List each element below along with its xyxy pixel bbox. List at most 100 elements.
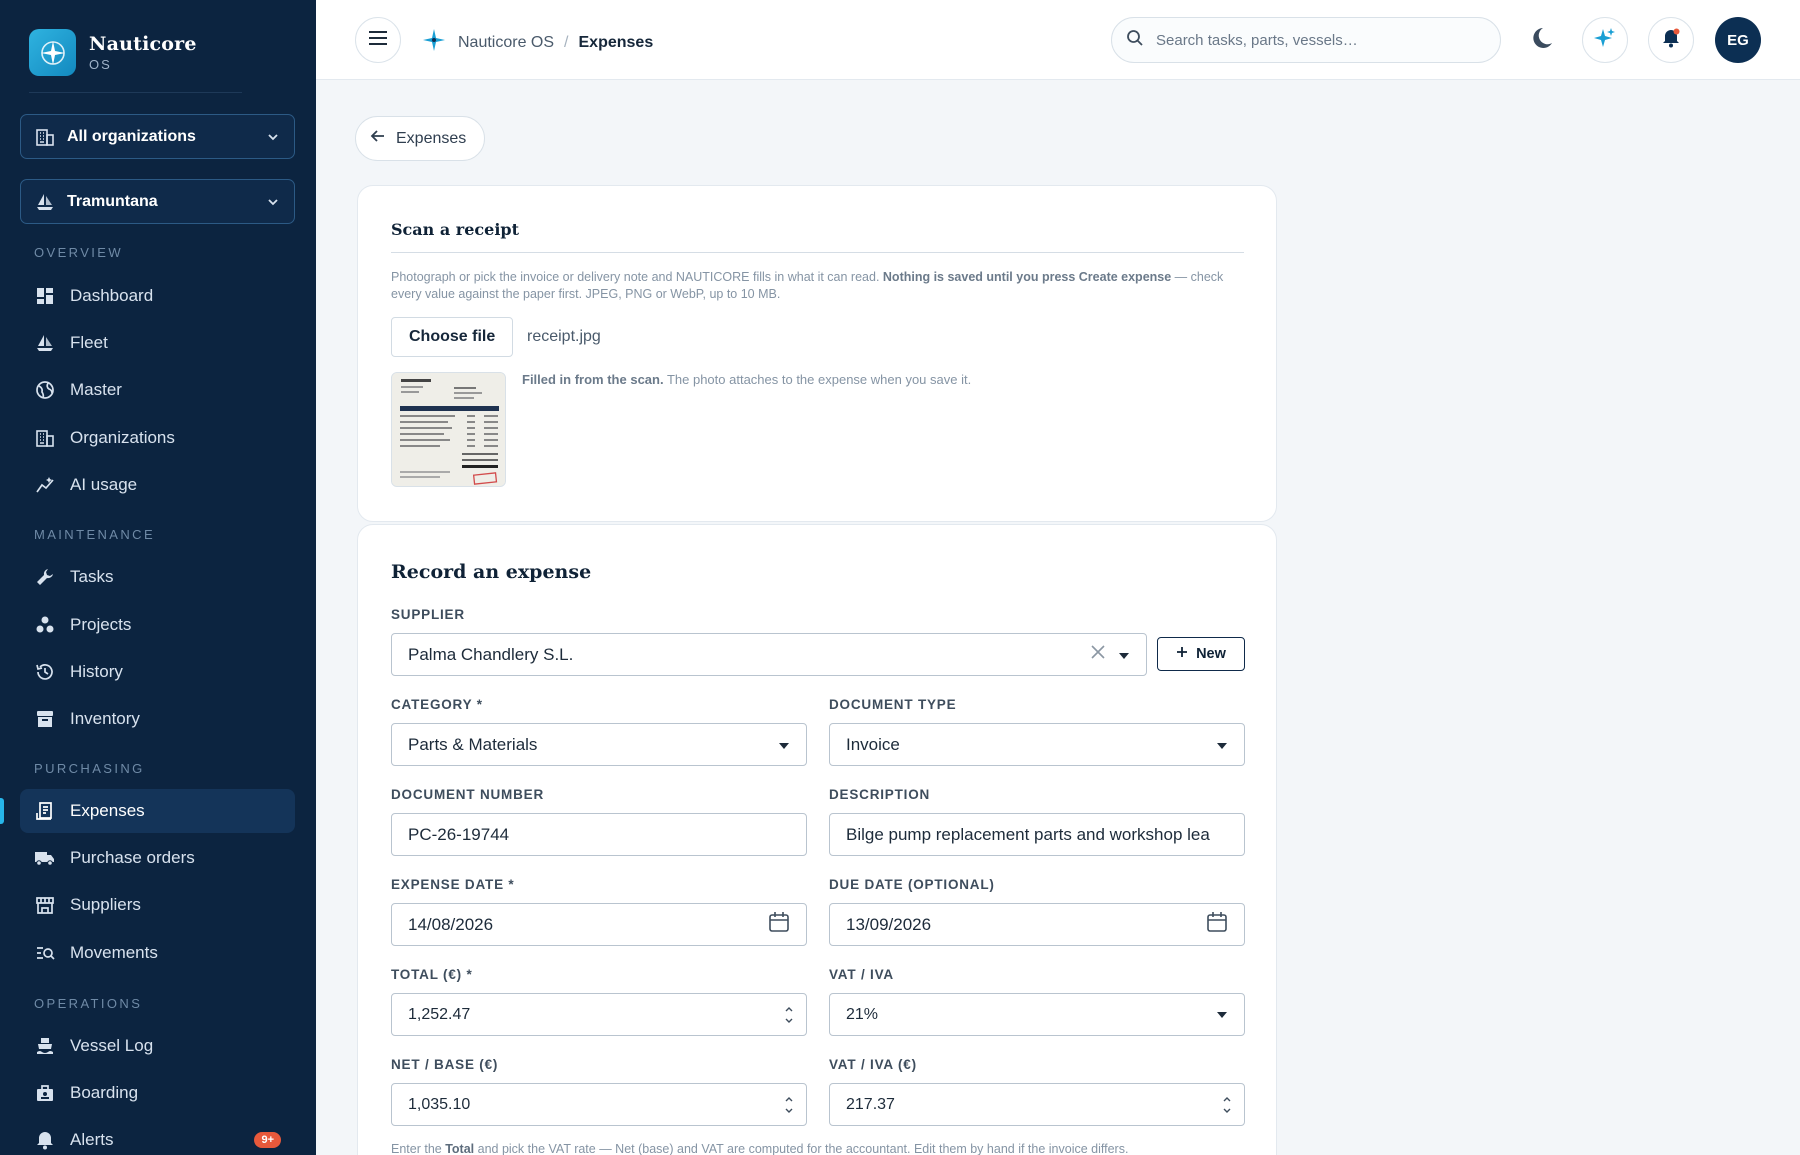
new-button-label: New bbox=[1196, 646, 1226, 662]
sidebar-item-inventory[interactable]: Inventory bbox=[20, 697, 295, 741]
archive-icon bbox=[34, 708, 56, 730]
vessel-select[interactable]: Tramuntana bbox=[20, 179, 295, 224]
section-label-purchasing: PURCHASING bbox=[34, 761, 145, 776]
alerts-count-badge: 9+ bbox=[254, 1132, 281, 1148]
organization-select[interactable]: All organizations bbox=[20, 114, 295, 159]
sidebar-item-alerts[interactable]: Alerts 9+ bbox=[20, 1118, 295, 1155]
description-value: Bilge pump replacement parts and worksho… bbox=[846, 824, 1210, 844]
sidebar-item-label: Movements bbox=[70, 943, 158, 962]
description-input[interactable]: Bilge pump replacement parts and worksho… bbox=[829, 813, 1245, 856]
ai-assistant-button[interactable] bbox=[1582, 17, 1628, 63]
sidebar-item-label: Suppliers bbox=[70, 895, 141, 914]
bell-icon bbox=[1660, 27, 1682, 54]
scan-description: Photograph or pick the invoice or delive… bbox=[391, 270, 1224, 301]
caret-down-icon bbox=[778, 735, 790, 755]
supplier-label: SUPPLIER bbox=[391, 607, 465, 622]
sidebar-item-history[interactable]: History bbox=[20, 650, 295, 694]
net-base-input[interactable]: 1,035.10 bbox=[391, 1083, 807, 1126]
sidebar-item-expenses[interactable]: Expenses bbox=[20, 789, 295, 833]
caret-down-icon bbox=[1118, 645, 1130, 665]
ai-chart-icon bbox=[34, 474, 56, 496]
notifications-button[interactable] bbox=[1648, 17, 1694, 63]
due-date-value: 13/09/2026 bbox=[846, 914, 932, 934]
bell-icon bbox=[34, 1129, 56, 1151]
sidebar-item-movements[interactable]: Movements bbox=[20, 931, 295, 975]
sidebar-item-fleet[interactable]: Fleet bbox=[20, 321, 295, 365]
document-type-select[interactable]: Invoice bbox=[829, 723, 1245, 766]
user-avatar[interactable]: EG bbox=[1715, 17, 1761, 63]
theme-toggle-button[interactable] bbox=[1519, 17, 1565, 63]
store-icon bbox=[34, 894, 56, 916]
sidebar-item-label: Boarding bbox=[70, 1083, 139, 1102]
expense-date-value: 14/08/2026 bbox=[408, 914, 494, 934]
record-expense-card: Record an expense SUPPLIER Palma Chandle… bbox=[357, 524, 1277, 1155]
sidebar-item-vessel-log[interactable]: Vessel Log bbox=[20, 1024, 295, 1068]
clear-icon[interactable] bbox=[1090, 644, 1106, 665]
vat-rate-select[interactable]: 21% bbox=[829, 993, 1245, 1036]
projects-icon bbox=[34, 614, 56, 636]
divider bbox=[391, 252, 1244, 253]
total-value: 1,252.47 bbox=[408, 1005, 471, 1023]
document-number-value: PC-26-19744 bbox=[408, 824, 510, 844]
sailboat-icon bbox=[34, 332, 56, 354]
caret-down-icon bbox=[1216, 735, 1228, 755]
moon-icon bbox=[1529, 25, 1555, 56]
ship-icon bbox=[34, 1035, 56, 1057]
document-number-input[interactable]: PC-26-19744 bbox=[391, 813, 807, 856]
sidebar-item-dashboard[interactable]: Dashboard bbox=[20, 274, 295, 318]
back-button-label: Expenses bbox=[396, 129, 467, 147]
movements-icon bbox=[34, 942, 56, 964]
sidebar-item-label: Master bbox=[70, 380, 122, 399]
sidebar-item-label: Tasks bbox=[70, 567, 114, 586]
back-to-expenses-button[interactable]: Expenses bbox=[355, 116, 486, 161]
brand-name: Nauticore bbox=[89, 33, 197, 55]
expense-date-label: EXPENSE DATE * bbox=[391, 877, 515, 892]
sidebar-item-label: Alerts bbox=[70, 1130, 114, 1149]
sidebar-item-ai-usage[interactable]: AI usage bbox=[20, 463, 295, 507]
vat-amount-input[interactable]: 217.37 bbox=[829, 1083, 1245, 1126]
vessel-select-label: Tramuntana bbox=[67, 192, 158, 210]
expense-date-input[interactable]: 14/08/2026 bbox=[391, 903, 807, 946]
scan-status-note: Filled in from the scan. The photo attac… bbox=[522, 372, 972, 387]
breadcrumb-separator: / bbox=[564, 33, 569, 51]
receipt-thumbnail[interactable] bbox=[391, 372, 506, 487]
menu-button[interactable] bbox=[355, 17, 401, 63]
search-box[interactable] bbox=[1111, 17, 1501, 63]
sidebar-item-organizations[interactable]: Organizations bbox=[20, 416, 295, 460]
sidebar-item-projects[interactable]: Projects bbox=[20, 603, 295, 647]
search-input[interactable] bbox=[1156, 31, 1476, 49]
breadcrumb-root-link[interactable]: Nauticore OS bbox=[458, 34, 554, 52]
category-label: CATEGORY * bbox=[391, 697, 483, 712]
calendar-icon[interactable] bbox=[768, 911, 790, 938]
supplier-select[interactable]: Palma Chandlery S.L. bbox=[391, 633, 1147, 676]
brand[interactable]: Nauticore OS bbox=[29, 29, 197, 76]
new-supplier-button[interactable]: New bbox=[1157, 637, 1245, 671]
sidebar-item-label: AI usage bbox=[70, 475, 138, 494]
number-stepper[interactable] bbox=[784, 1094, 794, 1116]
net-base-label: NET / BASE (€) bbox=[391, 1057, 499, 1072]
category-select[interactable]: Parts & Materials bbox=[391, 723, 807, 766]
number-stepper[interactable] bbox=[784, 1004, 794, 1026]
choose-file-button[interactable]: Choose file bbox=[391, 317, 514, 357]
sidebar-item-purchase-orders[interactable]: Purchase orders bbox=[20, 836, 295, 880]
scan-receipt-card: Scan a receipt Photograph or pick the in… bbox=[357, 185, 1277, 522]
number-stepper[interactable] bbox=[1222, 1094, 1232, 1116]
sidebar-item-suppliers[interactable]: Suppliers bbox=[20, 883, 295, 927]
calendar-icon[interactable] bbox=[1206, 911, 1228, 938]
sidebar-item-label: Expenses bbox=[70, 801, 145, 820]
brand-divider bbox=[29, 92, 242, 93]
chevron-down-icon bbox=[266, 195, 280, 209]
chevron-down-icon bbox=[266, 130, 280, 144]
document-type-value: Invoice bbox=[846, 734, 900, 754]
sidebar-item-boarding[interactable]: Boarding bbox=[20, 1071, 295, 1115]
total-input[interactable]: 1,252.47 bbox=[391, 993, 807, 1036]
due-date-input[interactable]: 13/09/2026 bbox=[829, 903, 1245, 946]
search-icon bbox=[1126, 29, 1144, 52]
sailboat-icon bbox=[35, 192, 55, 212]
section-label-operations: OPERATIONS bbox=[34, 996, 143, 1011]
dashboard-icon bbox=[34, 285, 56, 307]
sidebar-item-master[interactable]: Master bbox=[20, 368, 295, 412]
sidebar-item-tasks[interactable]: Tasks bbox=[20, 555, 295, 599]
active-indicator bbox=[0, 798, 4, 824]
truck-icon bbox=[34, 847, 56, 869]
